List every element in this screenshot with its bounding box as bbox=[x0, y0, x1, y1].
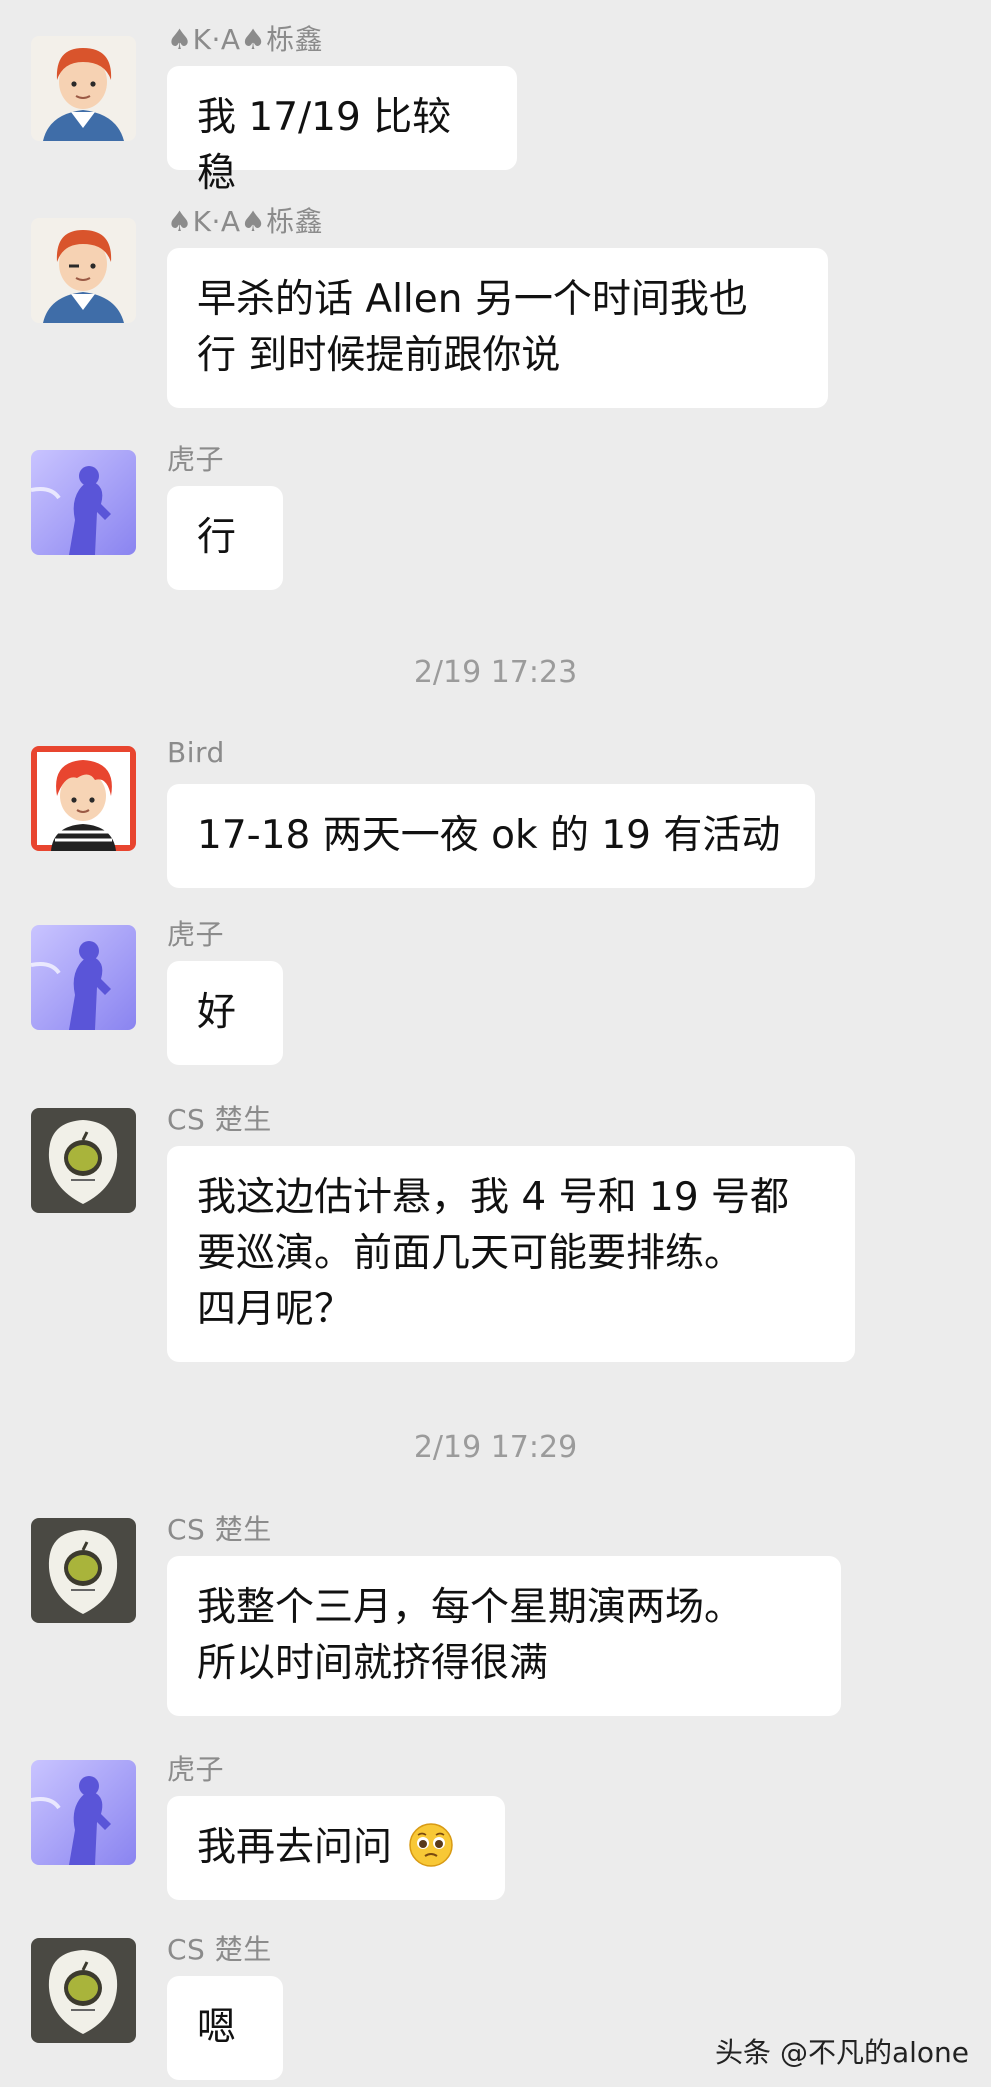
message-text: 我这边估计悬，我 4 号和 19 号都 要巡演。前面几天可能要排练。 四月呢？ bbox=[197, 1175, 790, 1332]
message-bubble[interactable]: 行 bbox=[167, 486, 283, 590]
pleading-face-emoji bbox=[409, 1823, 454, 1867]
sender-name: CS 楚生 bbox=[167, 1103, 272, 1136]
message-text: 行 bbox=[197, 515, 237, 560]
message-bubble[interactable]: 我整个三月，每个星期演两场。 所以时间就挤得很满 bbox=[167, 1556, 841, 1716]
message-text: 嗯 bbox=[197, 2005, 237, 2050]
message-text: 17-18 两天一夜 ok 的 19 有活动 bbox=[197, 813, 781, 858]
cartoon-boy-avatar[interactable] bbox=[31, 36, 136, 141]
sender-name: ♠K·A♠栎鑫 bbox=[167, 23, 324, 56]
singer-silhouette-avatar[interactable] bbox=[31, 1760, 136, 1865]
sender-name: Bird bbox=[167, 736, 225, 769]
guitar-pick-avatar[interactable] bbox=[31, 1938, 136, 2043]
timestamp: 2/19 17:23 bbox=[413, 655, 578, 690]
message-text: 好 bbox=[197, 990, 237, 1035]
message-bubble[interactable]: 早杀的话 Allen 另一个时间我也 行 到时候提前跟你说 bbox=[167, 248, 828, 408]
message-bubble[interactable]: 我再去问问 bbox=[167, 1796, 505, 1900]
message-text: 我再去问问 bbox=[197, 1825, 393, 1870]
message-bubble[interactable]: 嗯 bbox=[167, 1976, 283, 2080]
sender-name: ♠K·A♠栎鑫 bbox=[167, 205, 324, 238]
message-bubble[interactable]: 我这边估计悬，我 4 号和 19 号都 要巡演。前面几天可能要排练。 四月呢？ bbox=[167, 1146, 855, 1362]
guitar-pick-avatar[interactable] bbox=[31, 1108, 136, 1213]
sender-name: CS 楚生 bbox=[167, 1933, 272, 1966]
message-text: 我整个三月，每个星期演两场。 所以时间就挤得很满 bbox=[197, 1585, 744, 1686]
message-bubble[interactable]: 我 17/19 比较稳 bbox=[167, 66, 517, 196]
message-text: 我 17/19 比较稳 bbox=[197, 95, 452, 196]
guitar-pick-avatar[interactable] bbox=[31, 1518, 136, 1623]
sender-name: CS 楚生 bbox=[167, 1513, 272, 1546]
sender-name: 虎子 bbox=[167, 1753, 225, 1786]
sender-name: 虎子 bbox=[167, 443, 225, 476]
singer-silhouette-avatar[interactable] bbox=[31, 925, 136, 1030]
cartoon-boy-avatar[interactable] bbox=[31, 218, 136, 323]
red-hair-boy-avatar[interactable] bbox=[31, 746, 136, 851]
singer-silhouette-avatar[interactable] bbox=[31, 450, 136, 555]
message-bubble[interactable]: 17-18 两天一夜 ok 的 19 有活动 bbox=[167, 784, 815, 888]
message-bubble[interactable]: 好 bbox=[167, 961, 283, 1065]
watermark: 头条 @不凡的alone bbox=[715, 2036, 969, 2069]
chat-area[interactable]: ♠K·A♠栎鑫 我 17/19 比较稳 ♠K·A♠栎鑫 早杀的话 Allen 另… bbox=[0, 0, 991, 2087]
timestamp: 2/19 17:29 bbox=[413, 1430, 578, 1465]
sender-name: 虎子 bbox=[167, 918, 225, 951]
message-text: 早杀的话 Allen 另一个时间我也 行 到时候提前跟你说 bbox=[197, 277, 748, 378]
